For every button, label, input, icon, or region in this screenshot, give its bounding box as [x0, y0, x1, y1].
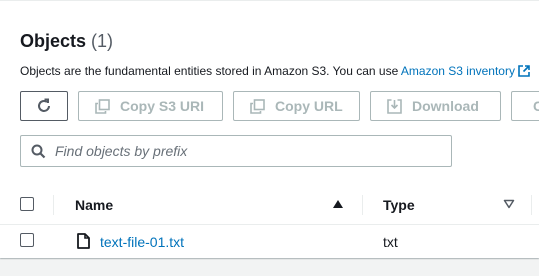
- column-divider: [53, 195, 54, 215]
- search-box[interactable]: [20, 135, 452, 167]
- description-text: Objects are the fundamental entities sto…: [20, 64, 401, 78]
- objects-panel: Objects (1) Objects are the fundamental …: [0, 0, 539, 258]
- row-checkbox[interactable]: [20, 233, 34, 247]
- more-actions-label: C: [533, 98, 539, 114]
- file-icon: [77, 233, 90, 249]
- sort-down-icon[interactable]: [503, 199, 515, 209]
- copy-url-label: Copy URL: [275, 98, 343, 114]
- sort-up-icon[interactable]: [332, 199, 344, 209]
- download-icon: [387, 98, 402, 114]
- refresh-icon: [36, 98, 52, 114]
- refresh-button[interactable]: [20, 91, 68, 121]
- page-title: Objects: [20, 31, 87, 51]
- object-name-link[interactable]: text-file-01.txt: [100, 234, 184, 250]
- more-actions-button[interactable]: C: [511, 91, 539, 121]
- column-divider[interactable]: [531, 195, 532, 215]
- select-all-checkbox[interactable]: [20, 197, 34, 211]
- copy-s3-uri-label: Copy S3 URI: [120, 98, 205, 114]
- objects-header: Objects (1): [20, 31, 113, 52]
- objects-count: (1): [91, 31, 114, 51]
- inventory-link[interactable]: Amazon S3 inventory: [401, 64, 515, 78]
- download-label: Download: [412, 98, 479, 114]
- external-link-icon[interactable]: [518, 65, 530, 80]
- copy-icon: [95, 98, 110, 114]
- search-input[interactable]: [55, 143, 435, 159]
- objects-description: Objects are the fundamental entities sto…: [20, 64, 530, 80]
- search-icon: [31, 144, 46, 159]
- column-divider[interactable]: [362, 195, 363, 215]
- column-header-type[interactable]: Type: [383, 197, 415, 213]
- column-header-name[interactable]: Name: [75, 197, 113, 213]
- download-button[interactable]: Download: [370, 91, 501, 121]
- copy-s3-uri-button[interactable]: Copy S3 URI: [78, 91, 223, 121]
- copy-url-button[interactable]: Copy URL: [233, 91, 360, 121]
- object-type: txt: [383, 234, 398, 250]
- copy-icon: [250, 98, 265, 114]
